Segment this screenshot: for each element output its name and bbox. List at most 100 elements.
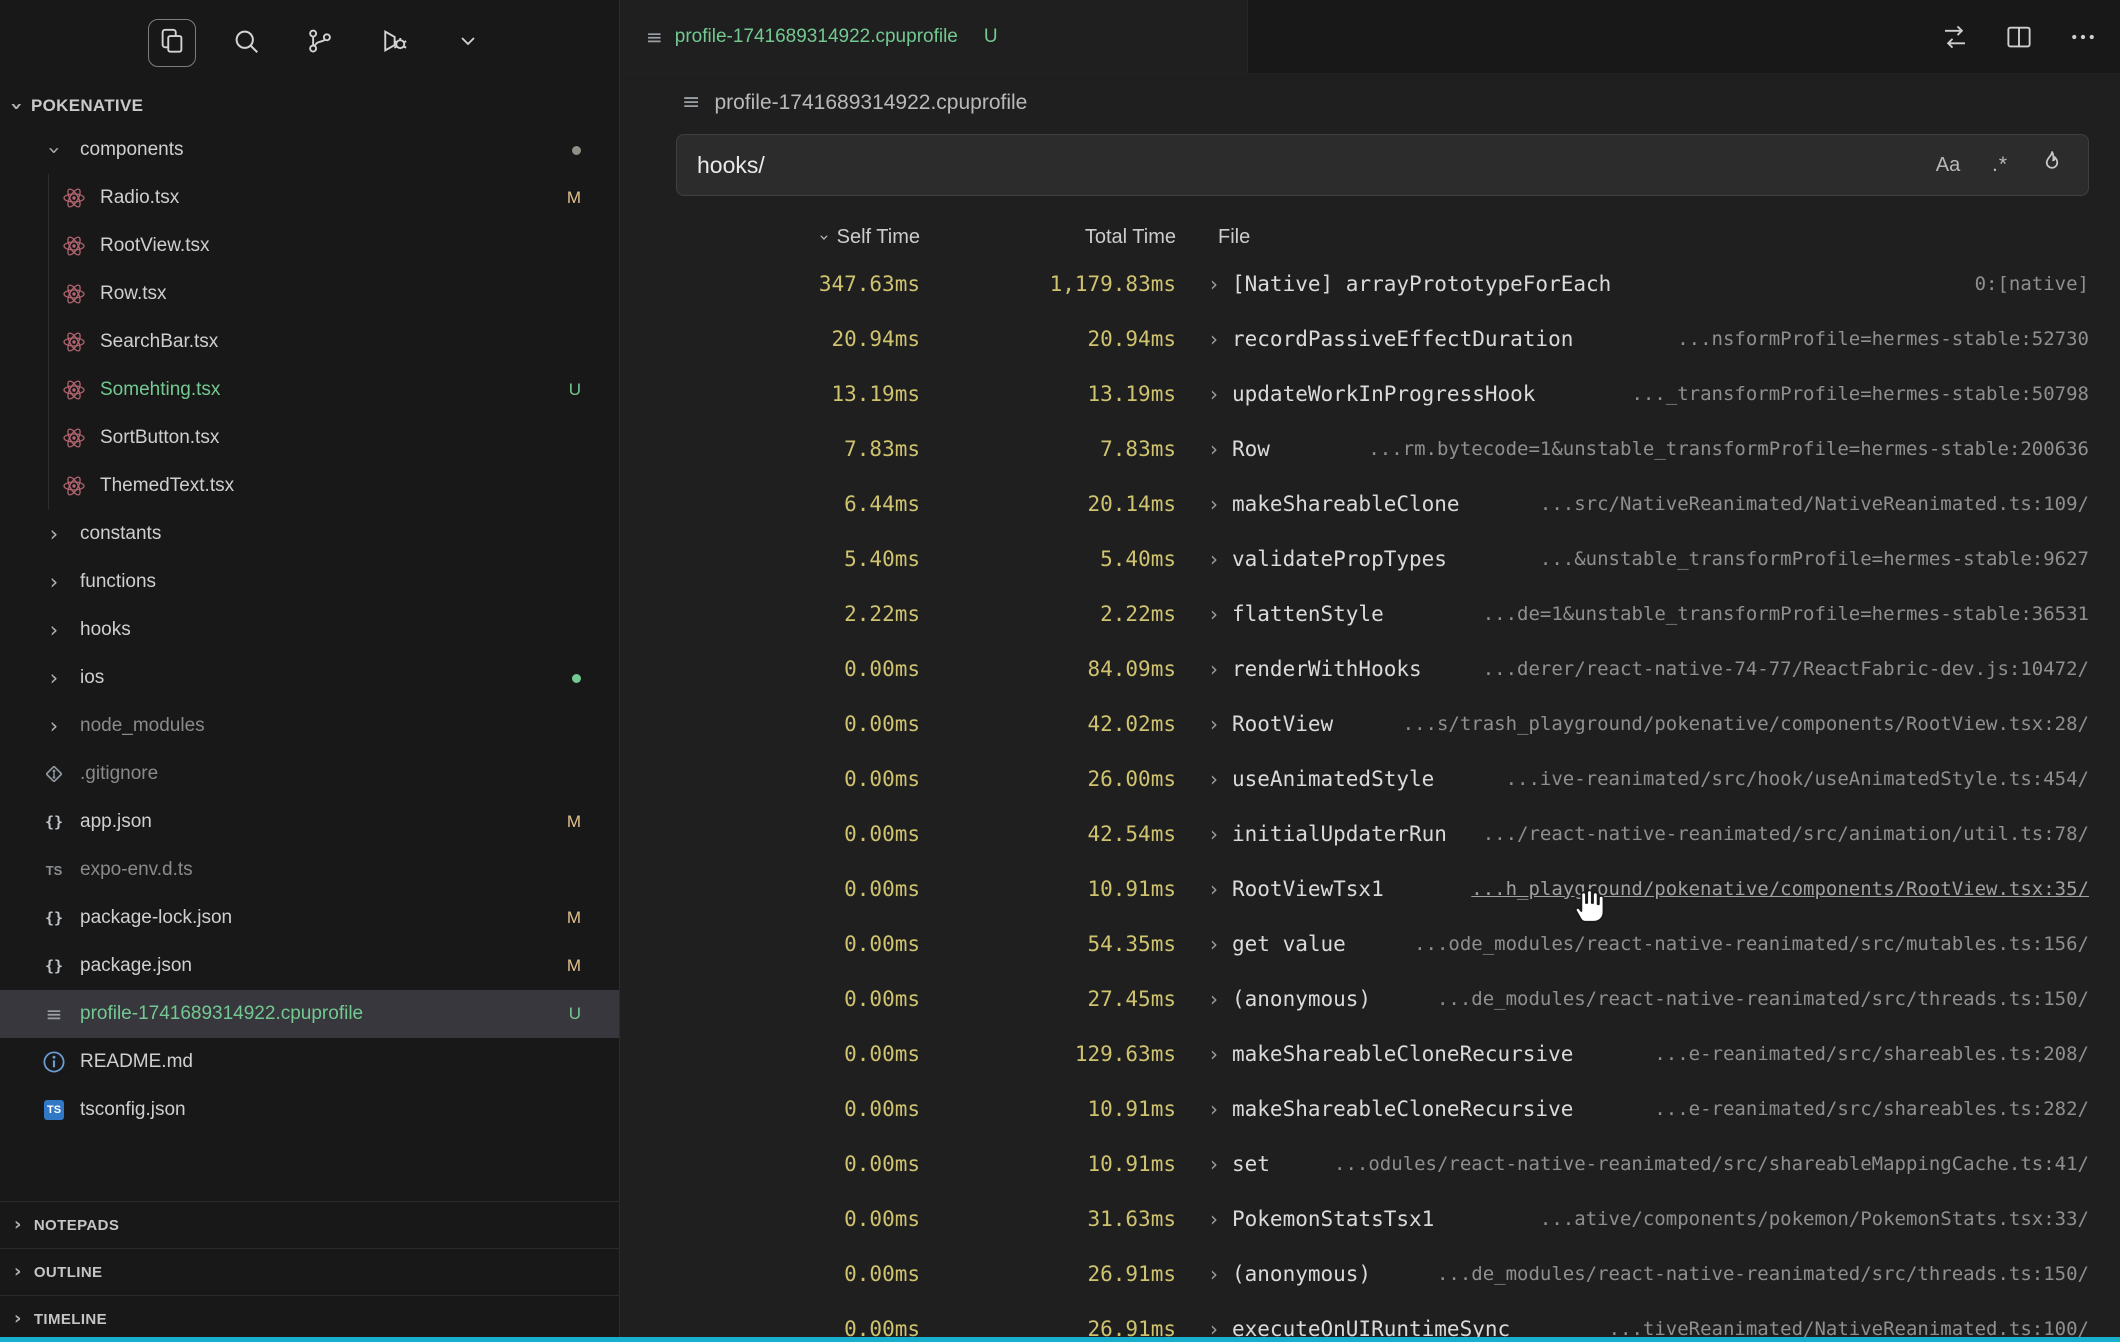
file-location-link[interactable]: ...ode_modules/react-native-reanimated/s… bbox=[1414, 933, 2120, 955]
profile-row[interactable]: 0.00ms42.02ms›RootView...s/trash_playgro… bbox=[620, 696, 2120, 751]
column-total-time[interactable]: Total Time bbox=[920, 226, 1176, 249]
tree-item[interactable]: RootView.tsx bbox=[0, 222, 619, 270]
file-location-link[interactable]: ...derer/react-native-74-77/ReactFabric-… bbox=[1483, 658, 2120, 680]
file-location-link[interactable]: ...e-reanimated/src/shareables.ts:282/ bbox=[1654, 1098, 2120, 1120]
chevron-right-icon[interactable]: › bbox=[1210, 437, 1218, 461]
tree-item[interactable]: ›functions bbox=[0, 558, 619, 606]
explorer-button[interactable] bbox=[148, 19, 196, 67]
chevron-right-icon[interactable]: › bbox=[1210, 657, 1218, 681]
workspace-header[interactable]: › POKENATIVE bbox=[0, 86, 619, 126]
chevron-right-icon[interactable]: › bbox=[1210, 1262, 1218, 1286]
tree-item[interactable]: .gitignore bbox=[0, 750, 619, 798]
profile-row[interactable]: 13.19ms13.19ms›updateWorkInProgressHook.… bbox=[620, 366, 2120, 421]
chevron-right-icon[interactable]: › bbox=[1210, 987, 1218, 1011]
chevron-right-icon[interactable]: › bbox=[1210, 932, 1218, 956]
file-location-link[interactable]: ...de_modules/react-native-reanimated/sr… bbox=[1437, 1263, 2120, 1285]
more-actions-icon[interactable] bbox=[2066, 20, 2100, 54]
tree-item[interactable]: {}app.jsonM bbox=[0, 798, 619, 846]
tree-item[interactable]: {}package-lock.jsonM bbox=[0, 894, 619, 942]
chevron-right-icon[interactable]: › bbox=[1210, 327, 1218, 351]
profile-row[interactable]: 0.00ms42.54ms›initialUpdaterRun.../react… bbox=[620, 806, 2120, 861]
chevron-right-icon[interactable]: › bbox=[1210, 382, 1218, 406]
tree-item[interactable]: SortButton.tsx bbox=[0, 414, 619, 462]
file-location-link[interactable]: 0:[native] bbox=[1975, 273, 2120, 295]
file-location-link[interactable]: ...src/NativeReanimated/NativeReanimated… bbox=[1540, 493, 2120, 515]
chevron-right-icon[interactable]: › bbox=[1210, 877, 1218, 901]
tree-item[interactable]: SearchBar.tsx bbox=[0, 318, 619, 366]
profile-row[interactable]: 0.00ms129.63ms›makeShareableCloneRecursi… bbox=[620, 1026, 2120, 1081]
tree-item[interactable]: README.md bbox=[0, 1038, 619, 1086]
profile-row[interactable]: 6.44ms20.14ms›makeShareableClone...src/N… bbox=[620, 476, 2120, 531]
profile-row[interactable]: 347.63ms1,179.83ms›[Native] arrayPrototy… bbox=[620, 256, 2120, 311]
panel-header[interactable]: ›OUTLINE bbox=[0, 1248, 619, 1295]
tree-item[interactable]: Row.tsx bbox=[0, 270, 619, 318]
tree-item[interactable]: ›constants bbox=[0, 510, 619, 558]
tree-item[interactable]: ›node_modules bbox=[0, 702, 619, 750]
tree-item[interactable]: TSexpo-env.d.ts bbox=[0, 846, 619, 894]
column-file[interactable]: File bbox=[1218, 226, 1250, 249]
panel-header[interactable]: ›TIMELINE bbox=[0, 1295, 619, 1342]
profile-row[interactable]: 2.22ms2.22ms›flattenStyle...de=1&unstabl… bbox=[620, 586, 2120, 641]
file-location-link[interactable]: ...h_playground/pokenative/components/Ro… bbox=[1471, 878, 2120, 900]
file-location-link[interactable]: ...de_modules/react-native-reanimated/sr… bbox=[1437, 988, 2120, 1010]
tree-item[interactable]: {}package.jsonM bbox=[0, 942, 619, 990]
tree-item[interactable]: ›ios bbox=[0, 654, 619, 702]
chevron-right-icon[interactable]: › bbox=[1210, 767, 1218, 791]
run-debug-button[interactable] bbox=[370, 19, 418, 67]
file-location-link[interactable]: ...ative/components/pokemon/PokemonStats… bbox=[1540, 1208, 2120, 1230]
tree-item[interactable]: ≡profile-1741689314922.cpuprofileU bbox=[0, 990, 619, 1038]
source-control-button[interactable] bbox=[296, 19, 344, 67]
regex-toggle[interactable]: .* bbox=[1980, 145, 2020, 185]
more-views-button[interactable] bbox=[444, 19, 492, 67]
open-changes-icon[interactable] bbox=[1938, 20, 1972, 54]
chevron-right-icon[interactable]: › bbox=[1210, 1207, 1218, 1231]
profile-row[interactable]: 0.00ms26.91ms›executeOnUIRuntimeSync...t… bbox=[620, 1301, 2120, 1342]
profile-row[interactable]: 0.00ms10.91ms›RootViewTsx1...h_playgroun… bbox=[620, 861, 2120, 916]
chevron-right-icon[interactable]: › bbox=[1210, 1042, 1218, 1066]
chevron-right-icon[interactable]: › bbox=[1210, 547, 1218, 571]
file-location-link[interactable]: ...de=1&unstable_transformProfile=hermes… bbox=[1483, 603, 2120, 625]
panel-header[interactable]: ›NOTEPADS bbox=[0, 1201, 619, 1248]
chevron-right-icon[interactable]: › bbox=[1210, 712, 1218, 736]
file-location-link[interactable]: ...odules/react-native-reanimated/src/sh… bbox=[1334, 1153, 2120, 1175]
profile-row[interactable]: 20.94ms20.94ms›recordPassiveEffectDurati… bbox=[620, 311, 2120, 366]
profile-row[interactable]: 0.00ms27.45ms›(anonymous)...de_modules/r… bbox=[620, 971, 2120, 1026]
column-self-time[interactable]: › Self Time bbox=[620, 226, 920, 249]
chevron-right-icon[interactable]: › bbox=[1210, 492, 1218, 516]
file-location-link[interactable]: ...ive-reanimated/src/hook/useAnimatedSt… bbox=[1506, 768, 2120, 790]
tab-cpuprofile[interactable]: ≡ profile-1741689314922.cpuprofile U bbox=[620, 0, 1248, 73]
profile-row[interactable]: 5.40ms5.40ms›validatePropTypes...&unstab… bbox=[620, 531, 2120, 586]
tree-item[interactable]: TStsconfig.json bbox=[0, 1086, 619, 1134]
profile-row[interactable]: 0.00ms84.09ms›renderWithHooks...derer/re… bbox=[620, 641, 2120, 696]
profile-row[interactable]: 0.00ms26.00ms›useAnimatedStyle...ive-rea… bbox=[620, 751, 2120, 806]
search-button[interactable] bbox=[222, 19, 270, 67]
profile-row[interactable]: 0.00ms54.35ms›get value...ode_modules/re… bbox=[620, 916, 2120, 971]
chevron-right-icon[interactable]: › bbox=[1210, 602, 1218, 626]
chevron-right-icon[interactable]: › bbox=[1210, 272, 1218, 296]
split-editor-icon[interactable] bbox=[2002, 20, 2036, 54]
file-location-link[interactable]: ...nsformProfile=hermes-stable:52730 bbox=[1677, 328, 2120, 350]
file-location-link[interactable]: ..._transformProfile=hermes-stable:50798 bbox=[1631, 383, 2120, 405]
tree-item[interactable]: ›components bbox=[0, 126, 619, 174]
profile-row[interactable]: 7.83ms7.83ms›Row...rm.bytecode=1&unstabl… bbox=[620, 421, 2120, 476]
tree-item[interactable]: ›hooks bbox=[0, 606, 619, 654]
file-location-link[interactable]: ...rm.bytecode=1&unstable_transformProfi… bbox=[1368, 438, 2120, 460]
profile-row[interactable]: 0.00ms26.91ms›(anonymous)...de_modules/r… bbox=[620, 1246, 2120, 1301]
filter-input[interactable]: hooks/ Aa .* bbox=[676, 134, 2089, 196]
tree-item[interactable]: Radio.tsxM bbox=[0, 174, 619, 222]
file-location-link[interactable]: ...s/trash_playground/pokenative/compone… bbox=[1403, 713, 2120, 735]
profile-row[interactable]: 0.00ms10.91ms›set...odules/react-native-… bbox=[620, 1136, 2120, 1191]
file-location-link[interactable]: .../react-native-reanimated/src/animatio… bbox=[1483, 823, 2120, 845]
chevron-right-icon[interactable]: › bbox=[1210, 1152, 1218, 1176]
tree-item[interactable]: Somehting.tsxU bbox=[0, 366, 619, 414]
filter-value[interactable]: hooks/ bbox=[697, 152, 765, 179]
profile-row[interactable]: 0.00ms10.91ms›makeShareableCloneRecursiv… bbox=[620, 1081, 2120, 1136]
chevron-right-icon[interactable]: › bbox=[1210, 822, 1218, 846]
match-case-toggle[interactable]: Aa bbox=[1928, 145, 1968, 185]
file-location-link[interactable]: ...&unstable_transformProfile=hermes-sta… bbox=[1540, 548, 2120, 570]
flame-graph-toggle[interactable] bbox=[2032, 145, 2072, 185]
tree-item[interactable]: ThemedText.tsx bbox=[0, 462, 619, 510]
profile-row[interactable]: 0.00ms31.63ms›PokemonStatsTsx1...ative/c… bbox=[620, 1191, 2120, 1246]
file-location-link[interactable]: ...e-reanimated/src/shareables.ts:208/ bbox=[1654, 1043, 2120, 1065]
chevron-right-icon[interactable]: › bbox=[1210, 1097, 1218, 1121]
